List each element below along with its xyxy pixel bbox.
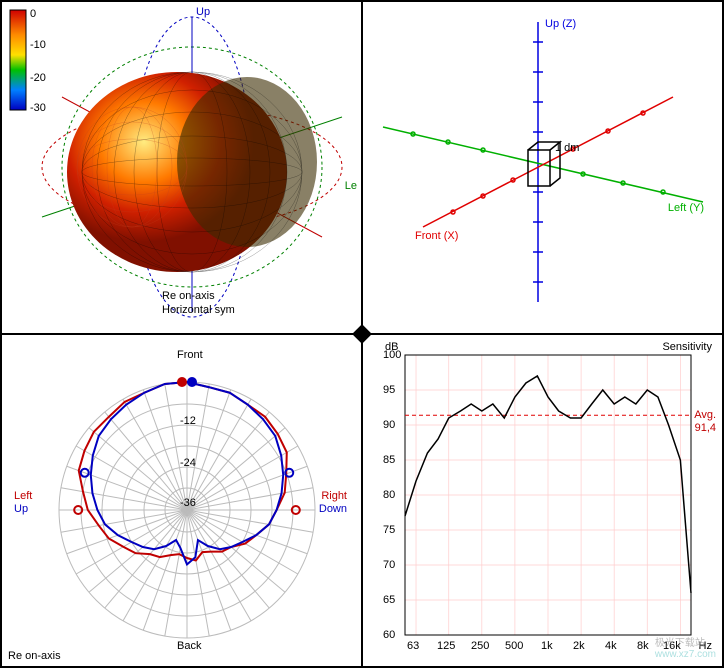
xt-500: 500 bbox=[505, 640, 523, 652]
xt-4k: 4k bbox=[605, 640, 617, 652]
pane-3d-balloon[interactable]: 0 -10 -20 -30 Up Le Re on-axis Horizonta… bbox=[1, 1, 362, 334]
axis-x-label: Front (X) bbox=[415, 230, 458, 242]
xt-125: 125 bbox=[437, 640, 455, 652]
cb-tick-30: -30 bbox=[30, 102, 46, 114]
polar-left-2: Up bbox=[14, 503, 28, 515]
pane-sensitivity[interactable]: dB Sensitivity Avg. 91,4 Hz 100 95 90 85… bbox=[362, 334, 723, 667]
balloon-svg bbox=[2, 2, 362, 334]
polar-footer: Re on-axis bbox=[8, 650, 61, 662]
polar-right-2: Down bbox=[319, 503, 347, 515]
yt-95: 95 bbox=[383, 384, 395, 396]
sens-avg-value: 91,4 bbox=[695, 422, 716, 434]
yt-90: 90 bbox=[383, 419, 395, 431]
pane-coord-system[interactable]: Up (Z) Left (Y) Front (X) 1 dm bbox=[362, 1, 723, 334]
axis-up-label: Up bbox=[196, 6, 210, 18]
cb-tick-10: -10 bbox=[30, 39, 46, 51]
cb-tick-20: -20 bbox=[30, 72, 46, 84]
yt-65: 65 bbox=[383, 594, 395, 606]
polar-left-1: Left bbox=[14, 490, 32, 502]
note-horizontal-sym: Horizontal sym bbox=[162, 304, 235, 316]
coord-svg bbox=[363, 2, 723, 334]
yt-80: 80 bbox=[383, 489, 395, 501]
sens-svg bbox=[363, 335, 723, 667]
polar-ring-12: -12 bbox=[180, 415, 196, 427]
xt-16k: 16k bbox=[663, 640, 681, 652]
sens-xunit: Hz bbox=[699, 640, 712, 652]
pane-polar[interactable]: Front Back Left Up Right Down -12 -24 -3… bbox=[1, 334, 362, 667]
sens-title: Sensitivity bbox=[662, 341, 712, 353]
polar-ring-36: -36 bbox=[180, 497, 196, 509]
yt-60: 60 bbox=[383, 629, 395, 641]
yt-70: 70 bbox=[383, 559, 395, 571]
polar-back: Back bbox=[177, 640, 201, 652]
yt-75: 75 bbox=[383, 524, 395, 536]
sens-avg-label: Avg. bbox=[694, 409, 716, 421]
xt-63: 63 bbox=[407, 640, 419, 652]
axis-z-label: Up (Z) bbox=[545, 18, 576, 30]
yt-100: 100 bbox=[383, 349, 401, 361]
polar-right-1: Right bbox=[321, 490, 347, 502]
polar-ring-24: -24 bbox=[180, 457, 196, 469]
tick-1dm: 1 dm bbox=[555, 142, 579, 154]
xt-250: 250 bbox=[471, 640, 489, 652]
cb-tick-0: 0 bbox=[30, 8, 36, 20]
note-re-on-axis: Re on-axis bbox=[162, 290, 215, 302]
axis-y-label: Left (Y) bbox=[668, 202, 704, 214]
xt-1k: 1k bbox=[541, 640, 553, 652]
xt-8k: 8k bbox=[637, 640, 649, 652]
yt-85: 85 bbox=[383, 454, 395, 466]
chart-grid: 0 -10 -20 -30 Up Le Re on-axis Horizonta… bbox=[0, 0, 724, 668]
polar-front: Front bbox=[177, 349, 203, 361]
xt-2k: 2k bbox=[573, 640, 585, 652]
axis-left-label: Le bbox=[345, 180, 357, 192]
